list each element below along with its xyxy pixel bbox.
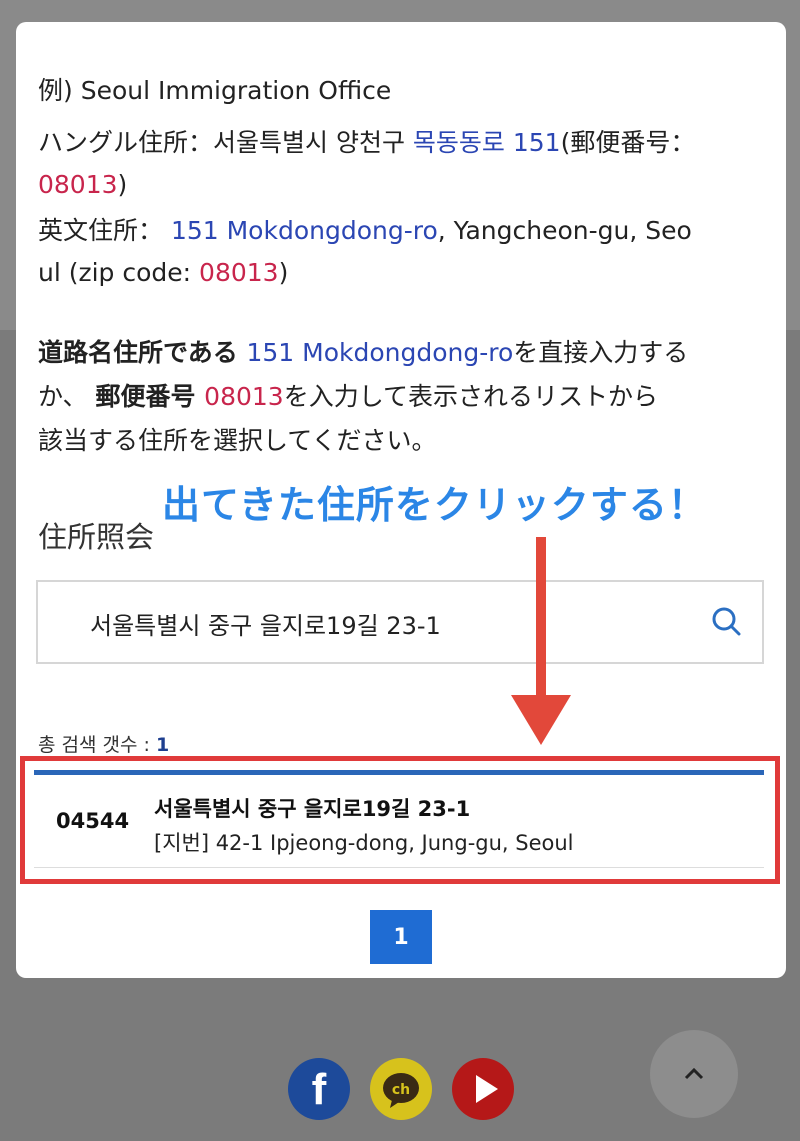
instruction-part-2a: か、 [38, 382, 96, 411]
pagination-page-1[interactable]: 1 [370, 910, 432, 964]
instruction-line-1: 道路名住所である 151 Mokdongdong-roを直接入力する [38, 336, 688, 370]
facebook-link[interactable]: f [288, 1058, 350, 1120]
search-icon [712, 607, 741, 636]
instruction-bold-2: 郵便番号 [95, 382, 205, 411]
english-rest-2: ul (zip code: [38, 258, 200, 287]
address-search-modal: 例) Seoul Immigration Office ハングル住所：서울특별시… [16, 22, 786, 978]
english-zip: 08013 [199, 258, 279, 287]
english-address-line-1: 英文住所： 151 Mokdongdong-ro, Yangcheon-gu, … [38, 214, 692, 248]
example-title: 例) Seoul Immigration Office [38, 76, 392, 105]
youtube-icon [476, 1075, 498, 1103]
english-close: ) [278, 258, 289, 287]
instruction-rest-1: を直接入力する [513, 338, 689, 367]
hangul-zip-prefix: (郵便番号： [560, 128, 696, 157]
english-road: 151 Mokdongdong-ro [170, 216, 438, 245]
youtube-link[interactable] [452, 1058, 514, 1120]
kakao-channel-link[interactable]: ch [370, 1058, 432, 1120]
chevron-up-icon [684, 1067, 704, 1080]
facebook-icon: f [312, 1065, 327, 1114]
kakao-channel-icon: ch [383, 1073, 419, 1108]
hangul-zip-line: 08013) [38, 168, 127, 202]
instruction-line-3: 該当する住所を選択してください。 [38, 426, 437, 455]
scroll-top-button[interactable] [650, 1030, 738, 1118]
instruction-line-2: か、 郵便番号 08013を入力して表示されるリストから [38, 380, 658, 414]
address-search-input[interactable] [88, 602, 672, 644]
instruction-rest-2: を入力して表示されるリストから [283, 382, 658, 411]
result-count-label: 총 검색 갯수 : [38, 734, 156, 756]
hangul-address-line: ハングル住所：서울특별시 양천구 목동동로 151(郵便番号： [38, 126, 695, 160]
arrow-down-icon [511, 537, 571, 745]
result-count: 총 검색 갯수 : 1 [38, 730, 169, 757]
instruction-road: 151 Mokdongdong-ro [246, 338, 514, 367]
click-annotation: 出てきた住所をクリックする！ [162, 483, 707, 527]
hangul-zip-close: ) [117, 170, 128, 199]
search-button[interactable] [704, 599, 750, 645]
hangul-city: 서울특별시 양천구 [213, 128, 413, 157]
address-search-box [36, 580, 764, 664]
highlight-frame [20, 756, 780, 884]
hangul-road: 목동동로 151 [412, 128, 561, 157]
hangul-zip: 08013 [38, 170, 118, 199]
english-label: 英文住所： [38, 216, 171, 245]
address-lookup-title: 住所照会 [38, 520, 155, 554]
svg-text:ch: ch [392, 1082, 410, 1098]
instruction-zip: 08013 [204, 382, 284, 411]
result-count-value: 1 [155, 734, 170, 756]
english-address-line-2: ul (zip code: 08013) [38, 256, 288, 290]
hangul-label: ハングル住所： [38, 128, 214, 157]
english-rest-1: , Yangcheon-gu, Seo [437, 216, 692, 245]
svg-text:f: f [312, 1065, 327, 1114]
instruction-bold-1: 道路名住所である [38, 338, 247, 367]
